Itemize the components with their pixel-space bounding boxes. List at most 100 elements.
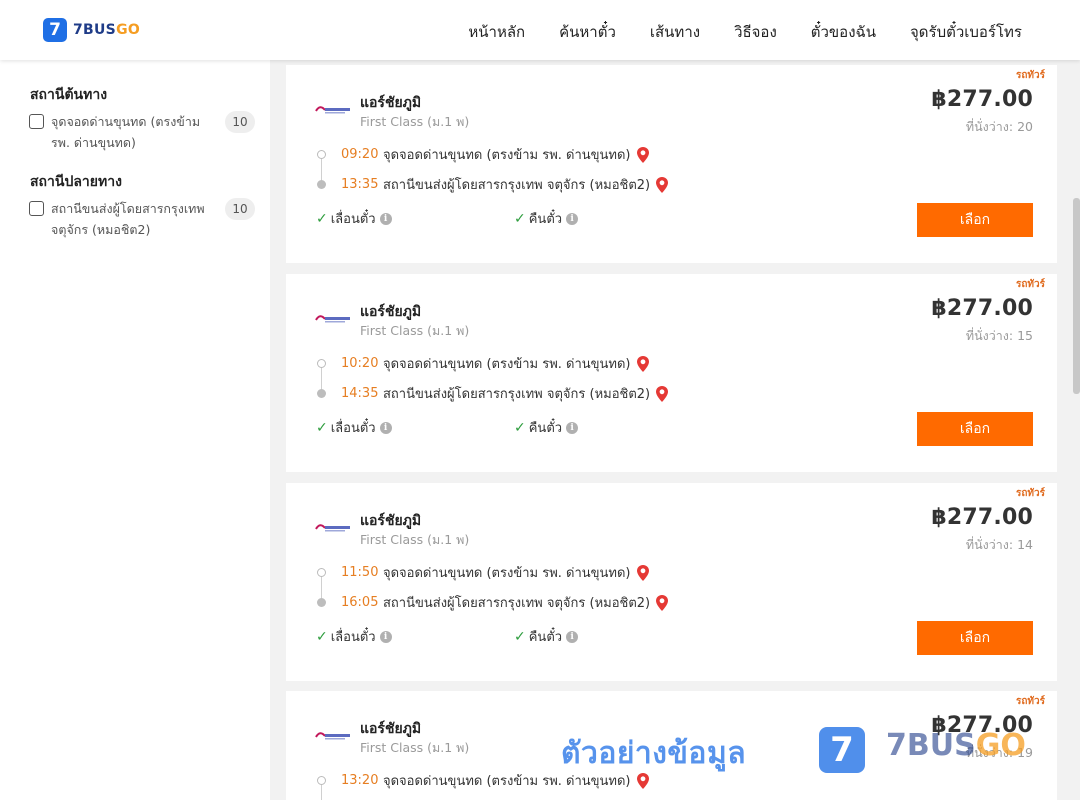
arrival-stop: 14:35 สถานีขนส่งผู้โดยสารกรุงเทพ จตุจักร…: [341, 383, 669, 404]
destination-filter-option[interactable]: สถานีขนส่งผู้โดยสารกรุงเทพ จตุจักร (หมอช…: [29, 198, 259, 240]
operator-logo-icon: [315, 732, 350, 740]
select-trip-button[interactable]: เลือก: [917, 621, 1033, 655]
nav-item-pickup-points[interactable]: จุดรับตั๋วเบอร์โทร: [910, 20, 1022, 44]
destination-count-badge: 10: [225, 198, 255, 220]
location-pin-icon[interactable]: [655, 176, 669, 194]
bus-type-tag: รถทัวร์: [1015, 488, 1045, 499]
seat-class: First Class (ม.1 พ): [360, 740, 470, 755]
check-icon: ✓: [514, 210, 526, 227]
feature-change-ticket: ✓ เลื่อนตั๋ว i: [316, 626, 392, 647]
bus-type-tag: รถทัวร์: [1015, 696, 1045, 707]
watermark-logo-icon: 7: [819, 727, 865, 773]
nav-item-home[interactable]: หน้าหลัก: [468, 20, 525, 44]
operator-name: แอร์ชัยภูมิ: [360, 513, 422, 529]
location-pin-icon[interactable]: [636, 146, 650, 164]
check-icon: ✓: [514, 419, 526, 436]
check-icon: ✓: [514, 628, 526, 645]
select-trip-button[interactable]: เลือก: [917, 203, 1033, 237]
departure-stop: 11:50 จุดจอดด่านขุนทด (ตรงข้าม รพ. ด่านข…: [341, 562, 650, 583]
feature-label: เลื่อนตั๋ว: [330, 630, 376, 645]
operator-name: แอร์ชัยภูมิ: [360, 95, 422, 111]
watermark-brand: 7BUSGO: [886, 728, 1026, 763]
nav-item-how-to-book[interactable]: วิธีจอง: [734, 20, 777, 44]
location-pin-icon[interactable]: [636, 564, 650, 582]
arrival-place: สถานีขนส่งผู้โดยสารกรุงเทพ จตุจักร (หมอช…: [383, 387, 651, 402]
bus-type-tag: รถทัวร์: [1015, 70, 1045, 81]
seats-available: ที่นั่งว่าง: 14: [965, 537, 1033, 552]
departure-time: 11:50: [341, 565, 379, 580]
trip-price: ฿277.00: [931, 87, 1033, 112]
departure-place: จุดจอดด่านขุนทด (ตรงข้าม รพ. ด่านขุนทด): [383, 148, 631, 163]
info-icon[interactable]: i: [379, 630, 392, 643]
location-pin-icon[interactable]: [655, 385, 669, 403]
operator-logo-icon: [315, 106, 350, 114]
select-trip-button[interactable]: เลือก: [917, 412, 1033, 446]
feature-change-ticket: ✓ เลื่อนตั๋ว i: [316, 208, 392, 229]
feature-refund-ticket: ✓ คืนตั๋ว i: [514, 417, 579, 438]
feature-label: เลื่อนตั๋ว: [330, 421, 376, 436]
logo-mark-icon: 7: [43, 18, 67, 42]
location-pin-icon[interactable]: [655, 594, 669, 612]
trip-card: รถทัวร์ แอร์ชัยภูมิ First Class (ม.1 พ) …: [286, 65, 1057, 263]
departure-place: จุดจอดด่านขุนทด (ตรงข้าม รพ. ด่านขุนทด): [383, 566, 631, 581]
bus-type-tag: รถทัวร์: [1015, 279, 1045, 290]
location-pin-icon[interactable]: [636, 355, 650, 373]
seats-available: ที่นั่งว่าง: 15: [965, 328, 1033, 343]
arrival-time: 16:05: [341, 595, 379, 610]
departure-time: 13:20: [341, 773, 379, 788]
trip-price: ฿277.00: [931, 296, 1033, 321]
origin-count-badge: 10: [225, 111, 255, 133]
departure-dot-icon: [317, 359, 326, 368]
nav-item-my-tickets[interactable]: ตั๋วของฉัน: [811, 20, 876, 44]
arrival-dot-icon: [317, 389, 326, 398]
operator-name: แอร์ชัยภูมิ: [360, 304, 422, 320]
nav-item-routes[interactable]: เส้นทาง: [650, 20, 700, 44]
arrival-dot-icon: [317, 180, 326, 189]
seats-available: ที่นั่งว่าง: 20: [965, 119, 1033, 134]
destination-option-label: สถานีขนส่งผู้โดยสารกรุงเทพ จตุจักร (หมอช…: [51, 201, 205, 237]
info-icon[interactable]: i: [566, 630, 579, 643]
origin-filter-option[interactable]: จุดจอดด่านขุนทด (ตรงข้าม รพ. ด่านขุนทด) …: [29, 111, 259, 153]
logo-text: 7BUSGO: [73, 22, 141, 38]
arrival-stop: 13:35 สถานีขนส่งผู้โดยสารกรุงเทพ จตุจักร…: [341, 174, 669, 195]
filter-sidebar: สถานีต้นทาง จุดจอดด่านขุนทด (ตรงข้าม รพ.…: [0, 60, 270, 800]
brand-logo[interactable]: 7 7BUSGO: [43, 18, 140, 42]
info-icon[interactable]: i: [566, 421, 579, 434]
departure-time: 10:20: [341, 356, 379, 371]
arrival-stop: 16:05 สถานีขนส่งผู้โดยสารกรุงเทพ จตุจักร…: [341, 592, 669, 613]
arrival-time: 13:35: [341, 177, 379, 192]
check-icon: ✓: [316, 419, 328, 436]
departure-dot-icon: [317, 150, 326, 159]
origin-option-label: จุดจอดด่านขุนทด (ตรงข้าม รพ. ด่านขุนทด): [51, 114, 201, 150]
operator-name: แอร์ชัยภูมิ: [360, 721, 422, 737]
info-icon[interactable]: i: [379, 421, 392, 434]
nav-item-search-ticket[interactable]: ค้นหาตั๋ว: [559, 20, 616, 44]
feature-refund-ticket: ✓ คืนตั๋ว i: [514, 208, 579, 229]
info-icon[interactable]: i: [379, 212, 392, 225]
departure-dot-icon: [317, 776, 326, 785]
arrival-dot-icon: [317, 598, 326, 607]
operator-logo-icon: [315, 315, 350, 323]
main-nav: หน้าหลัก ค้นหาตั๋ว เส้นทาง วิธีจอง ตั๋วข…: [468, 20, 1022, 44]
page-scrollbar-thumb[interactable]: [1073, 198, 1080, 394]
watermark-text: ตัวอย่างข้อมูล: [561, 736, 747, 771]
departure-dot-icon: [317, 568, 326, 577]
departure-time: 09:20: [341, 147, 379, 162]
operator-logo-icon: [315, 524, 350, 532]
trip-card: รถทัวร์ แอร์ชัยภูมิ First Class (ม.1 พ) …: [286, 483, 1057, 681]
seat-class: First Class (ม.1 พ): [360, 532, 470, 547]
feature-label: คืนตั๋ว: [528, 630, 563, 645]
checkbox-icon[interactable]: [29, 201, 44, 216]
feature-label: คืนตั๋ว: [528, 421, 563, 436]
departure-stop: 09:20 จุดจอดด่านขุนทด (ตรงข้าม รพ. ด่านข…: [341, 144, 650, 165]
info-icon[interactable]: i: [566, 212, 579, 225]
check-icon: ✓: [316, 210, 328, 227]
trip-card: รถทัวร์ แอร์ชัยภูมิ First Class (ม.1 พ) …: [286, 274, 1057, 472]
arrival-place: สถานีขนส่งผู้โดยสารกรุงเทพ จตุจักร (หมอช…: [383, 178, 651, 193]
seat-class: First Class (ม.1 พ): [360, 114, 470, 129]
origin-filter-title: สถานีต้นทาง: [30, 87, 108, 103]
departure-place: จุดจอดด่านขุนทด (ตรงข้าม รพ. ด่านขุนทด): [383, 357, 631, 372]
check-icon: ✓: [316, 628, 328, 645]
checkbox-icon[interactable]: [29, 114, 44, 129]
feature-refund-ticket: ✓ คืนตั๋ว i: [514, 626, 579, 647]
